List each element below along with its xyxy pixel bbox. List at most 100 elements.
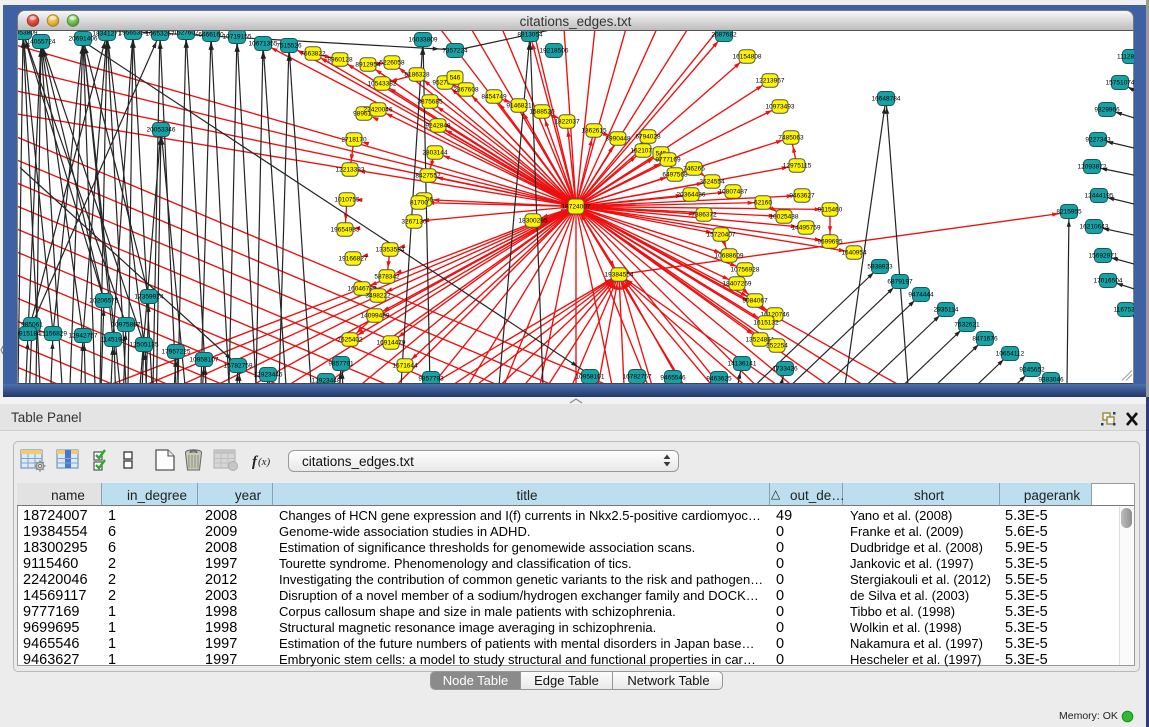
svg-text:16914479: 16914479 [377, 340, 406, 347]
svg-text:9699695: 9699695 [817, 239, 843, 246]
svg-text:1010755: 1010755 [334, 197, 360, 204]
svg-text:20053346: 20053346 [147, 127, 176, 134]
svg-text:12923448: 12923448 [312, 378, 341, 383]
svg-text:9463627: 9463627 [789, 193, 815, 200]
svg-text:10958101: 10958101 [576, 374, 605, 381]
svg-text:9329966: 9329966 [1094, 107, 1120, 114]
svg-text:12213383: 12213383 [336, 167, 365, 174]
svg-text:9383046: 9383046 [1038, 377, 1064, 383]
svg-text:9465546: 9465546 [660, 375, 686, 382]
svg-text:9857791: 9857791 [328, 361, 354, 368]
svg-text:10958107: 10958107 [190, 357, 219, 364]
svg-text:3267130: 3267130 [401, 219, 427, 226]
svg-text:6794028: 6794028 [635, 134, 661, 141]
svg-text:9474444: 9474444 [908, 292, 934, 299]
svg-text:13353594: 13353594 [376, 247, 405, 254]
svg-text:9245652: 9245652 [1019, 367, 1045, 374]
svg-text:9115460: 9115460 [818, 207, 843, 214]
svg-text:546: 546 [450, 75, 461, 82]
svg-text:8215955: 8215955 [1056, 209, 1082, 216]
svg-text:16782757: 16782757 [623, 374, 652, 381]
svg-text:8990448: 8990448 [605, 136, 631, 143]
svg-text:5226058: 5226058 [379, 60, 405, 67]
svg-text:7357224: 7357224 [442, 48, 468, 55]
svg-text:7485063: 7485063 [778, 135, 804, 142]
svg-text:12975115: 12975115 [783, 163, 812, 170]
svg-text:3498222: 3498222 [365, 293, 391, 300]
svg-text:6497568: 6497568 [662, 172, 688, 179]
svg-text:5938923: 5938923 [867, 264, 893, 271]
svg-text:8960128: 8960128 [327, 57, 353, 64]
svg-text:17016504: 17016504 [1094, 278, 1123, 285]
svg-text:8471676: 8471676 [972, 336, 998, 343]
svg-text:(x): (x) [258, 456, 271, 468]
svg-text:9777169: 9777169 [655, 157, 681, 164]
svg-text:10653267: 10653267 [146, 31, 175, 38]
svg-text:16210643: 16210643 [1080, 224, 1109, 231]
svg-text:19654983: 19654983 [331, 227, 360, 234]
svg-text:12444195: 12444195 [1085, 193, 1114, 200]
svg-text:7632621: 7632621 [954, 322, 980, 329]
svg-text:9463625: 9463625 [706, 376, 732, 383]
svg-text:8427552: 8427552 [415, 173, 441, 180]
svg-text:252254: 252254 [766, 343, 788, 350]
svg-text:9242848: 9242848 [425, 123, 451, 130]
svg-text:1145194: 1145194 [101, 337, 126, 344]
svg-text:9146821: 9146821 [506, 103, 532, 110]
svg-text:1640954: 1640954 [841, 250, 867, 257]
svg-text:10719155: 10719155 [223, 34, 252, 41]
svg-text:81700: 81700 [410, 200, 428, 207]
svg-text:11156829: 11156829 [39, 331, 67, 338]
svg-text:18724007: 18724007 [562, 204, 591, 211]
svg-text:1571644: 1571644 [392, 363, 418, 370]
svg-text:12213967: 12213967 [756, 78, 785, 85]
svg-text:19565354: 19565354 [119, 31, 148, 37]
svg-text:8912954: 8912954 [355, 62, 381, 69]
svg-text:10671355: 10671355 [249, 41, 278, 48]
svg-text:1527602: 1527602 [173, 31, 199, 37]
svg-text:14136141: 14136141 [728, 361, 757, 368]
svg-text:10973493: 10973493 [766, 104, 795, 111]
svg-text:18300295: 18300295 [519, 218, 548, 225]
svg-text:62160: 62160 [754, 200, 772, 207]
svg-text:14495759: 14495759 [792, 225, 821, 232]
svg-text:10025438: 10025438 [770, 214, 799, 221]
svg-text:2803144: 2803144 [422, 150, 448, 157]
svg-text:5878342: 5878342 [374, 274, 400, 281]
svg-text:12093872: 12093872 [1078, 164, 1107, 171]
svg-text:19218506: 19218506 [540, 48, 569, 55]
svg-text:20206576: 20206576 [90, 298, 119, 305]
svg-text:8454749: 8454749 [481, 94, 507, 101]
svg-text:1167533: 1167533 [1114, 307, 1134, 314]
svg-text:8186328: 8186328 [404, 72, 430, 79]
svg-text:1362615: 1362615 [581, 128, 607, 135]
svg-text:10756928: 10756928 [731, 267, 760, 274]
svg-text:9857793: 9857793 [418, 376, 444, 383]
svg-text:19384554: 19384554 [605, 272, 634, 279]
svg-text:10688609: 10688609 [715, 253, 744, 260]
svg-text:16782759: 16782759 [224, 363, 253, 370]
svg-text:3624554: 3624554 [699, 179, 725, 186]
svg-text:9227343: 9227343 [1085, 137, 1111, 144]
svg-text:15751074: 15751074 [1106, 80, 1134, 87]
svg-text:10654112: 10654112 [996, 351, 1025, 358]
svg-text:15692971: 15692971 [1089, 253, 1118, 260]
svg-text:18407269: 18407269 [723, 281, 752, 288]
svg-text:2718170: 2718170 [341, 137, 367, 144]
svg-text:7515526: 7515526 [276, 43, 302, 50]
svg-text:9084067: 9084067 [742, 298, 768, 305]
svg-text:16154808: 16154808 [733, 54, 762, 61]
svg-text:16648784: 16648784 [872, 96, 901, 103]
svg-text:22420046: 22420046 [364, 107, 393, 114]
svg-text:7625402: 7625402 [337, 337, 363, 344]
svg-text:1621072: 1621072 [630, 148, 656, 155]
svg-text:1615132: 1615132 [753, 320, 779, 327]
svg-text:19166827: 19166827 [339, 256, 368, 263]
svg-text:14055724: 14055724 [27, 39, 56, 46]
svg-text:1588520: 1588520 [529, 109, 555, 116]
svg-text:20364436: 20364436 [677, 192, 706, 199]
svg-text:15720407: 15720407 [707, 232, 736, 239]
svg-text:1822037: 1822037 [554, 119, 580, 126]
svg-text:7663822: 7663822 [300, 51, 326, 58]
svg-text:17359924: 17359924 [135, 294, 164, 301]
